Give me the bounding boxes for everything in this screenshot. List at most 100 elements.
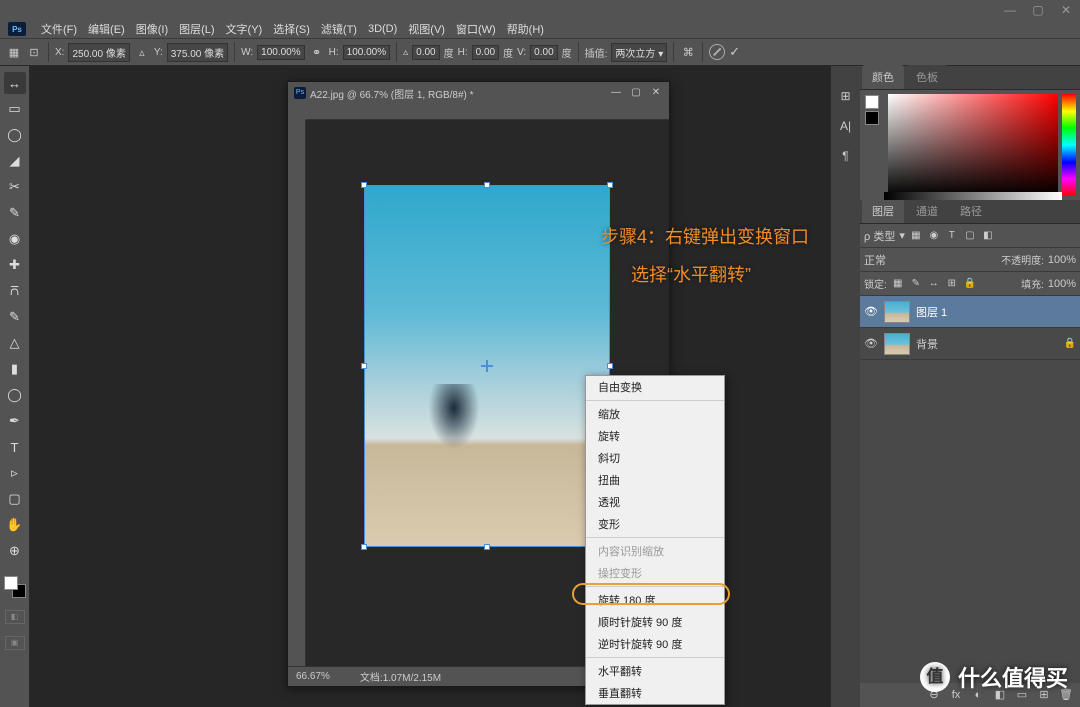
type-tool-icon[interactable]: T: [4, 436, 26, 458]
layer-name[interactable]: 背景: [916, 336, 938, 352]
menu-edit[interactable]: 编辑(E): [84, 21, 129, 37]
color-swatch[interactable]: [4, 576, 26, 598]
window-minimize-button[interactable]: —: [996, 0, 1024, 20]
context-item[interactable]: 缩放: [586, 403, 724, 425]
swap-xy-icon[interactable]: ▵: [134, 44, 150, 60]
dodge-tool-icon[interactable]: ◯: [4, 384, 26, 406]
spot-heal-tool-icon[interactable]: ✎: [4, 202, 26, 224]
document-title-bar[interactable]: Ps A22.jpg @ 66.7% (图层 1, RGB/8#) * — ▢ …: [288, 82, 669, 104]
zoom-tool-icon[interactable]: ⊕: [4, 540, 26, 562]
move-tool-icon[interactable]: ↔: [4, 72, 26, 94]
context-item[interactable]: 垂直翻转: [586, 682, 724, 704]
pen-tool-icon[interactable]: ✒: [4, 410, 26, 432]
menu-filter[interactable]: 滤镜(T): [317, 21, 361, 37]
marquee-tool-icon[interactable]: ▭: [4, 98, 26, 120]
fg-color-box[interactable]: [865, 95, 879, 109]
visibility-icon[interactable]: 👁: [864, 305, 878, 318]
layer-thumbnail[interactable]: [884, 301, 910, 323]
tab-color[interactable]: 颜色: [862, 65, 904, 89]
filter-type-icon[interactable]: T: [945, 229, 959, 243]
doc-close-button[interactable]: ✕: [649, 86, 663, 100]
zoom-level[interactable]: 66.67%: [296, 671, 330, 682]
transform-center-icon[interactable]: [481, 360, 493, 372]
blend-mode-select[interactable]: 正常: [864, 252, 997, 268]
layer-row[interactable]: 👁 图层 1: [860, 296, 1080, 328]
transform-handle[interactable]: [361, 182, 367, 188]
layer-row[interactable]: 👁 背景 🔒: [860, 328, 1080, 360]
paragraph-panel-icon[interactable]: ¶: [836, 146, 856, 166]
filter-adjust-icon[interactable]: ◉: [927, 229, 941, 243]
menu-view[interactable]: 视图(V): [404, 21, 449, 37]
menu-file[interactable]: 文件(F): [37, 21, 81, 37]
window-close-button[interactable]: ✕: [1052, 0, 1080, 20]
grayscale-strip[interactable]: [884, 192, 1062, 200]
tab-channels[interactable]: 通道: [906, 199, 948, 223]
window-maximize-button[interactable]: ▢: [1024, 0, 1052, 20]
menu-select[interactable]: 选择(S): [269, 21, 314, 37]
vskew-value[interactable]: 0.00: [530, 45, 557, 60]
shape-tool-icon[interactable]: ▢: [4, 488, 26, 510]
doc-info[interactable]: 文档:1.07M/2.15M: [360, 669, 441, 684]
context-item[interactable]: 逆时针旋转 90 度: [586, 633, 724, 655]
angle-value[interactable]: 0.00: [412, 45, 439, 60]
layer-thumbnail[interactable]: [884, 333, 910, 355]
blur-tool-icon[interactable]: ▮: [4, 358, 26, 380]
warp-icon[interactable]: ⌘: [680, 44, 696, 60]
context-item[interactable]: 自由变换: [586, 376, 724, 398]
transform-box[interactable]: [364, 185, 610, 547]
context-item[interactable]: 旋转 180 度: [586, 589, 724, 611]
link-wh-icon[interactable]: ⚭: [309, 44, 325, 60]
lock-pixel-icon[interactable]: ✎: [909, 277, 923, 291]
opacity-value[interactable]: 100%: [1048, 254, 1076, 266]
layer-name[interactable]: 图层 1: [916, 304, 947, 320]
cancel-transform-icon[interactable]: [709, 44, 725, 60]
doc-minimize-button[interactable]: —: [609, 86, 623, 100]
eraser-tool-icon[interactable]: ✎: [4, 306, 26, 328]
x-value[interactable]: 250.00 像素: [68, 43, 129, 62]
path-select-tool-icon[interactable]: ▹: [4, 462, 26, 484]
screenmode-icon[interactable]: ▣: [5, 636, 25, 650]
hue-strip[interactable]: [1062, 94, 1076, 196]
interp-select[interactable]: 两次立方 ▾: [611, 43, 667, 62]
lock-trans-icon[interactable]: ▦: [891, 277, 905, 291]
context-item[interactable]: 斜切: [586, 447, 724, 469]
doc-maximize-button[interactable]: ▢: [629, 86, 643, 100]
w-value[interactable]: 100.00%: [257, 45, 304, 60]
layer-filter-kind[interactable]: ρ 类型: [864, 228, 895, 244]
menu-type[interactable]: 文字(Y): [222, 21, 267, 37]
lock-all-icon[interactable]: 🔒: [963, 277, 977, 291]
transform-handle[interactable]: [484, 182, 490, 188]
bg-color-box[interactable]: [865, 111, 879, 125]
filter-pixel-icon[interactable]: ▦: [909, 229, 923, 243]
clone-tool-icon[interactable]: ✚: [4, 254, 26, 276]
transform-handle[interactable]: [361, 363, 367, 369]
menu-help[interactable]: 帮助(H): [503, 21, 548, 37]
quickmask-icon[interactable]: ◧: [5, 610, 25, 624]
y-value[interactable]: 375.00 像素: [167, 43, 228, 62]
character-panel-icon[interactable]: A|: [836, 116, 856, 136]
hskew-value[interactable]: 0.00: [472, 45, 499, 60]
context-item[interactable]: 变形: [586, 513, 724, 535]
filter-smart-icon[interactable]: ◧: [981, 229, 995, 243]
tab-swatches[interactable]: 色板: [906, 65, 948, 89]
history-panel-icon[interactable]: ⊞: [836, 86, 856, 106]
visibility-icon[interactable]: 👁: [864, 337, 878, 350]
lock-pos-icon[interactable]: ↔: [927, 277, 941, 291]
menu-layer[interactable]: 图层(L): [175, 21, 218, 37]
chevron-down-icon[interactable]: ▾: [899, 229, 905, 242]
commit-transform-icon[interactable]: ✓: [729, 44, 740, 60]
tab-paths[interactable]: 路径: [950, 199, 992, 223]
brush-tool-icon[interactable]: ◉: [4, 228, 26, 250]
fill-value[interactable]: 100%: [1048, 278, 1076, 290]
menu-3d[interactable]: 3D(D): [364, 23, 401, 35]
context-item[interactable]: 透视: [586, 491, 724, 513]
context-item[interactable]: 顺时针旋转 90 度: [586, 611, 724, 633]
transform-handle[interactable]: [361, 544, 367, 550]
reference-point-icon[interactable]: ⊡: [26, 44, 42, 60]
hand-tool-icon[interactable]: ✋: [4, 514, 26, 536]
transform-handle[interactable]: [607, 182, 613, 188]
vertical-ruler[interactable]: [288, 120, 306, 666]
context-item[interactable]: 旋转: [586, 425, 724, 447]
transform-handle[interactable]: [484, 544, 490, 550]
crop-tool-icon[interactable]: ◢: [4, 150, 26, 172]
